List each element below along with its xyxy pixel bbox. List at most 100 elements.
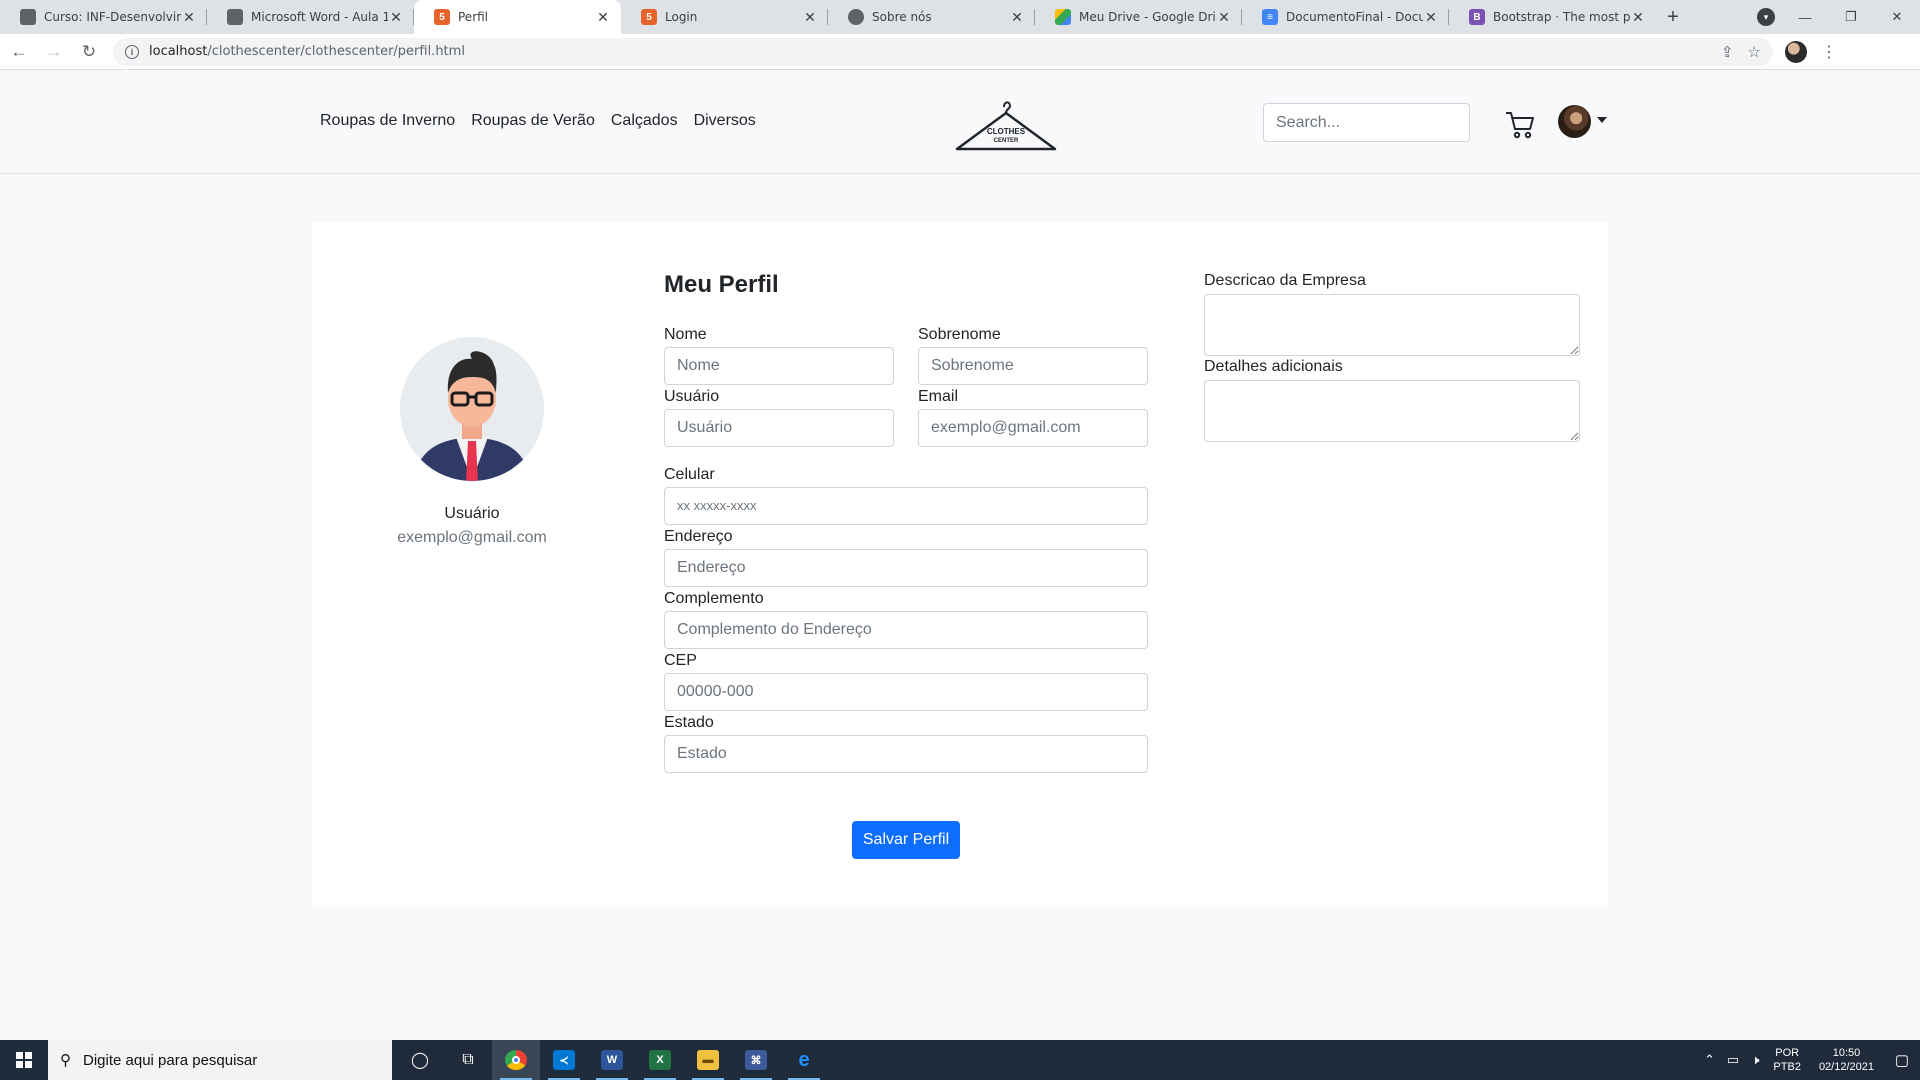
browser-tab[interactable]: B Bootstrap · The most popu ✕ — [1449, 0, 1656, 34]
tab-favicon-icon — [20, 9, 36, 25]
browser-menu-icon[interactable]: ⋮ — [1821, 42, 1837, 62]
site-info-icon[interactable]: i — [125, 44, 139, 59]
browser-tab[interactable]: ≡ DocumentoFinal - Docume ✕ — [1242, 0, 1449, 34]
user-avatar[interactable] — [1558, 105, 1591, 138]
address-bar[interactable]: i localhost/clothescenter/clothescenter/… — [113, 37, 1773, 66]
forward-icon[interactable]: → — [38, 38, 70, 66]
browser-tab[interactable]: Curso: INF-Desenvolvimento ✕ — [0, 0, 207, 34]
minimize-icon[interactable]: — — [1782, 10, 1828, 25]
descricao-textarea[interactable] — [1204, 294, 1580, 356]
profile-name: Usuário — [444, 505, 500, 522]
vscode-taskbar-icon[interactable]: ≺ — [540, 1040, 588, 1080]
person-avatar-icon — [400, 337, 544, 481]
nav-links: Roupas de Inverno Roupas de Verão Calçad… — [320, 112, 756, 130]
chevron-down-icon[interactable] — [1597, 117, 1607, 123]
restore-icon[interactable]: ❐ — [1828, 9, 1874, 25]
tab-close-icon[interactable]: ✕ — [181, 9, 197, 26]
tab-close-icon[interactable]: ✕ — [1009, 9, 1025, 26]
tab-close-icon[interactable]: ✕ — [1216, 9, 1232, 26]
app-taskbar-icon[interactable]: ⌘ — [732, 1040, 780, 1080]
task-view-icon[interactable]: ⧉ — [444, 1040, 492, 1080]
browser-tab-strip: Curso: INF-Desenvolvimento ✕ Microsoft W… — [0, 0, 1920, 34]
complemento-label: Complemento — [664, 590, 764, 607]
notification-icon[interactable]: ▢ — [1884, 1051, 1920, 1069]
nav-link-calcados[interactable]: Calçados — [611, 112, 678, 130]
save-profile-button[interactable]: Salvar Perfil — [852, 821, 960, 859]
profile-card: Usuário exemplo@gmail.com Meu Perfil Nom… — [312, 222, 1608, 907]
logo-text-line1: CLOTHES — [987, 127, 1026, 136]
browser-tab[interactable]: Meu Drive - Google Drive ✕ — [1035, 0, 1242, 34]
tab-title: DocumentoFinal - Docume — [1286, 10, 1423, 24]
estado-label: Estado — [664, 714, 714, 731]
tab-title: Microsoft Word - Aula 14 - — [251, 10, 388, 24]
window-controls: — ❐ ✕ — [1782, 0, 1920, 34]
tab-favicon-icon: 5 — [641, 9, 657, 25]
descricao-label: Descricao da Empresa — [1204, 272, 1366, 289]
usuario-label: Usuário — [664, 388, 720, 405]
profile-summary: Usuário exemplo@gmail.com — [312, 222, 632, 907]
tab-favicon-icon — [848, 9, 864, 25]
cart-icon[interactable] — [1504, 108, 1536, 140]
browser-toolbar: ← → ↻ i localhost/clothescenter/clothesc… — [0, 34, 1920, 70]
tab-close-icon[interactable]: ✕ — [802, 9, 818, 26]
complemento-input[interactable] — [664, 611, 1148, 649]
file-explorer-taskbar-icon[interactable]: ▬ — [684, 1040, 732, 1080]
browser-tab[interactable]: Sobre nós ✕ — [828, 0, 1035, 34]
taskbar-clock[interactable]: 10:50 02/12/2021 — [1819, 1046, 1874, 1074]
system-tray: ⌃ ▭ 🕨 POR PTB2 10:50 02/12/2021 ▢ — [1698, 1046, 1920, 1074]
reload-icon[interactable]: ↻ — [73, 38, 105, 66]
windows-taskbar: ⚲ Digite aqui para pesquisar ◯ ⧉ ≺ W X ▬… — [0, 1040, 1920, 1080]
back-icon[interactable]: ← — [3, 38, 35, 66]
clothes-center-logo[interactable]: CLOTHES CENTER — [955, 97, 1057, 153]
nav-link-roupas-inverno[interactable]: Roupas de Inverno — [320, 112, 455, 130]
search-input[interactable] — [1263, 103, 1470, 142]
taskbar-search[interactable]: ⚲ Digite aqui para pesquisar — [48, 1040, 392, 1080]
bookmark-star-icon[interactable]: ☆ — [1748, 43, 1761, 61]
close-window-icon[interactable]: ✕ — [1874, 9, 1920, 25]
share-icon[interactable]: ⇪ — [1721, 43, 1734, 61]
browser-tab[interactable]: 5 Login ✕ — [621, 0, 828, 34]
email-input[interactable] — [918, 409, 1148, 447]
tab-title: Perfil — [458, 10, 489, 24]
tab-close-icon[interactable]: ✕ — [1630, 9, 1646, 26]
nome-input[interactable] — [664, 347, 894, 385]
clock-date: 02/12/2021 — [1818, 1061, 1874, 1073]
browser-tab[interactable]: Microsoft Word - Aula 14 - ✕ — [207, 0, 414, 34]
word-taskbar-icon[interactable]: W — [588, 1040, 636, 1080]
endereco-input[interactable] — [664, 549, 1148, 587]
logo-text-line2: CENTER — [994, 138, 1019, 144]
cep-input[interactable] — [664, 673, 1148, 711]
nome-label: Nome — [664, 326, 707, 343]
sobrenome-input[interactable] — [918, 347, 1148, 385]
tab-search-icon[interactable]: ▾ — [1757, 8, 1775, 26]
detalhes-textarea[interactable] — [1204, 380, 1580, 442]
tab-favicon-icon — [227, 9, 243, 25]
windows-start-icon[interactable] — [0, 1040, 48, 1080]
profile-avatar — [400, 337, 544, 481]
nav-link-roupas-verao[interactable]: Roupas de Verão — [471, 112, 595, 130]
tray-expand-icon[interactable]: ⌃ — [1704, 1052, 1715, 1068]
excel-taskbar-icon[interactable]: X — [636, 1040, 684, 1080]
nav-link-diversos[interactable]: Diversos — [694, 112, 756, 130]
cortana-icon[interactable]: ◯ — [396, 1040, 444, 1080]
browser-tab-active[interactable]: 5 Perfil ✕ — [414, 0, 621, 34]
profile-email: exemplo@gmail.com — [397, 529, 547, 546]
tab-title: Meu Drive - Google Drive — [1079, 10, 1216, 24]
volume-muted-icon[interactable]: 🕨 — [1751, 1052, 1759, 1068]
chrome-taskbar-icon[interactable] — [492, 1040, 540, 1080]
browser-profile-avatar[interactable] — [1785, 40, 1807, 63]
celular-input[interactable] — [664, 487, 1148, 525]
detalhes-label: Detalhes adicionais — [1204, 358, 1343, 375]
usuario-input[interactable] — [664, 409, 894, 447]
tab-close-icon[interactable]: ✕ — [595, 9, 611, 26]
tab-close-icon[interactable]: ✕ — [1423, 9, 1439, 26]
edge-taskbar-icon[interactable]: e — [780, 1040, 828, 1080]
tab-favicon-icon: 5 — [434, 9, 450, 25]
email-label: Email — [918, 388, 959, 405]
tab-close-icon[interactable]: ✕ — [388, 9, 404, 26]
new-tab-button[interactable]: + — [1656, 0, 1690, 34]
estado-input[interactable] — [664, 735, 1148, 773]
search-icon: ⚲ — [60, 1052, 71, 1069]
language-indicator[interactable]: POR PTB2 — [1773, 1046, 1801, 1074]
network-icon[interactable]: ▭ — [1727, 1052, 1739, 1068]
